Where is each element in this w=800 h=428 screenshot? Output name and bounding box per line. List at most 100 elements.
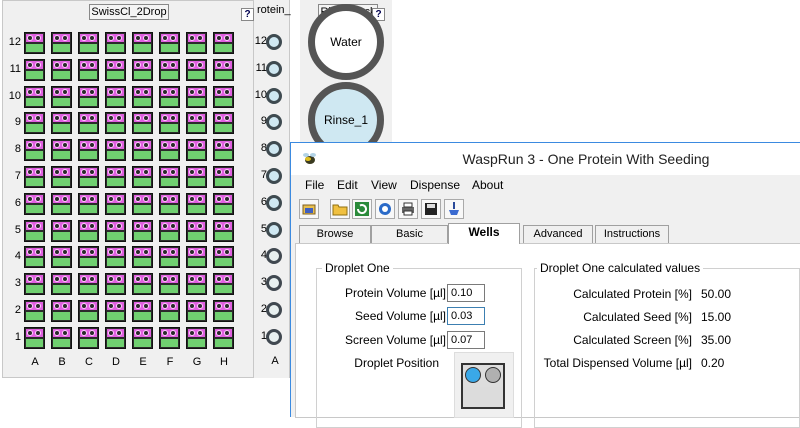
plate-well[interactable] (186, 85, 207, 108)
protein-well[interactable] (266, 328, 282, 345)
protein-well[interactable] (266, 194, 282, 211)
plate-well[interactable] (105, 273, 126, 296)
plate-well[interactable] (51, 139, 72, 162)
plate-well[interactable] (24, 166, 45, 188)
protein-well[interactable] (266, 275, 282, 292)
plate-well[interactable] (213, 166, 234, 188)
save-button[interactable] (421, 199, 441, 219)
plate-well[interactable] (132, 219, 153, 242)
plate-well[interactable] (24, 273, 45, 296)
plate-well[interactable] (105, 85, 126, 108)
protein-well[interactable] (266, 221, 282, 238)
tab-wells[interactable]: Wells (448, 223, 520, 244)
droplet-position-selector[interactable] (454, 352, 514, 418)
plate-well[interactable] (51, 32, 72, 54)
plate-well[interactable] (186, 219, 207, 242)
plate-well[interactable] (51, 166, 72, 188)
rinse-well-water[interactable]: Water (308, 4, 384, 80)
plate-well[interactable] (105, 300, 126, 322)
protein-well[interactable] (266, 302, 282, 318)
plate-well[interactable] (213, 246, 234, 269)
plate-well[interactable] (159, 300, 180, 322)
plate-well[interactable] (159, 219, 180, 242)
menu-dispense[interactable]: Dispense (410, 178, 460, 192)
plate-well[interactable] (213, 326, 234, 349)
plate-well[interactable] (78, 192, 99, 215)
tab-instructions[interactable]: Instructions (595, 225, 669, 243)
tab-basic[interactable]: Basic (371, 225, 448, 243)
menu-about[interactable]: About (472, 178, 503, 192)
plate-well[interactable] (186, 139, 207, 162)
droplet-slot-left[interactable] (463, 365, 483, 387)
plate-well[interactable] (78, 85, 99, 108)
plate-well[interactable] (186, 246, 207, 269)
protein-volume-input[interactable] (447, 284, 485, 302)
plate-well[interactable] (105, 32, 126, 54)
title-bar[interactable]: WaspRun 3 - One Protein With Seeding (291, 143, 800, 175)
plate-well[interactable] (51, 112, 72, 135)
plate-well[interactable] (213, 112, 234, 135)
plate-well[interactable] (213, 32, 234, 54)
plate-well[interactable] (132, 32, 153, 54)
plate-well[interactable] (186, 112, 207, 135)
plate-well[interactable] (213, 273, 234, 296)
plate-well[interactable] (78, 300, 99, 322)
plate-well[interactable] (78, 139, 99, 162)
plate-well[interactable] (132, 85, 153, 108)
folder-button[interactable] (330, 199, 350, 219)
menu-file[interactable]: File (305, 178, 324, 192)
protein-well[interactable] (266, 34, 282, 50)
plate-well[interactable] (51, 85, 72, 108)
plate-well[interactable] (159, 326, 180, 349)
plate-well[interactable] (78, 166, 99, 188)
plate-well[interactable] (105, 246, 126, 269)
open-button[interactable] (299, 199, 319, 219)
plate-well[interactable] (186, 300, 207, 322)
plate-well[interactable] (24, 326, 45, 349)
plate-well[interactable] (186, 32, 207, 54)
plate-well[interactable] (78, 326, 99, 349)
plate-well[interactable] (213, 192, 234, 215)
plate-well[interactable] (105, 192, 126, 215)
plate-well[interactable] (186, 58, 207, 81)
plate-well[interactable] (186, 273, 207, 296)
plate-well[interactable] (78, 32, 99, 54)
plate-well[interactable] (24, 219, 45, 242)
plate-well[interactable] (51, 246, 72, 269)
plate-well[interactable] (132, 192, 153, 215)
screen-volume-input[interactable] (447, 331, 485, 349)
plate-well[interactable] (159, 246, 180, 269)
menu-edit[interactable]: Edit (337, 178, 358, 192)
plate-well[interactable] (24, 246, 45, 269)
plate-well[interactable] (51, 219, 72, 242)
plate-well[interactable] (24, 32, 45, 54)
plate-well[interactable] (213, 139, 234, 162)
plate-well[interactable] (51, 300, 72, 322)
plate-well[interactable] (78, 273, 99, 296)
plate-help-button[interactable]: ? (241, 8, 254, 21)
plate-well[interactable] (51, 326, 72, 349)
plate-well[interactable] (78, 219, 99, 242)
droplet-slot-right[interactable] (483, 365, 503, 387)
plate-well[interactable] (213, 58, 234, 81)
plate-well[interactable] (159, 273, 180, 296)
plate-well[interactable] (213, 85, 234, 108)
plate-well[interactable] (213, 300, 234, 322)
plate-well[interactable] (132, 166, 153, 188)
plate-well[interactable] (159, 112, 180, 135)
plate-well[interactable] (159, 192, 180, 215)
plate-well[interactable] (51, 192, 72, 215)
plate-well[interactable] (105, 166, 126, 188)
plate-well[interactable] (105, 139, 126, 162)
plate-well[interactable] (51, 58, 72, 81)
tab-browse[interactable]: Browse (299, 225, 371, 243)
plate-well[interactable] (78, 58, 99, 81)
tab-advanced[interactable]: Advanced (523, 225, 593, 243)
plate-well[interactable] (132, 300, 153, 322)
plate-well[interactable] (78, 246, 99, 269)
print-button[interactable] (398, 199, 418, 219)
protein-well[interactable] (266, 168, 282, 184)
protein-well[interactable] (266, 87, 282, 104)
protein-well[interactable] (266, 141, 282, 158)
protein-well[interactable] (266, 114, 282, 131)
